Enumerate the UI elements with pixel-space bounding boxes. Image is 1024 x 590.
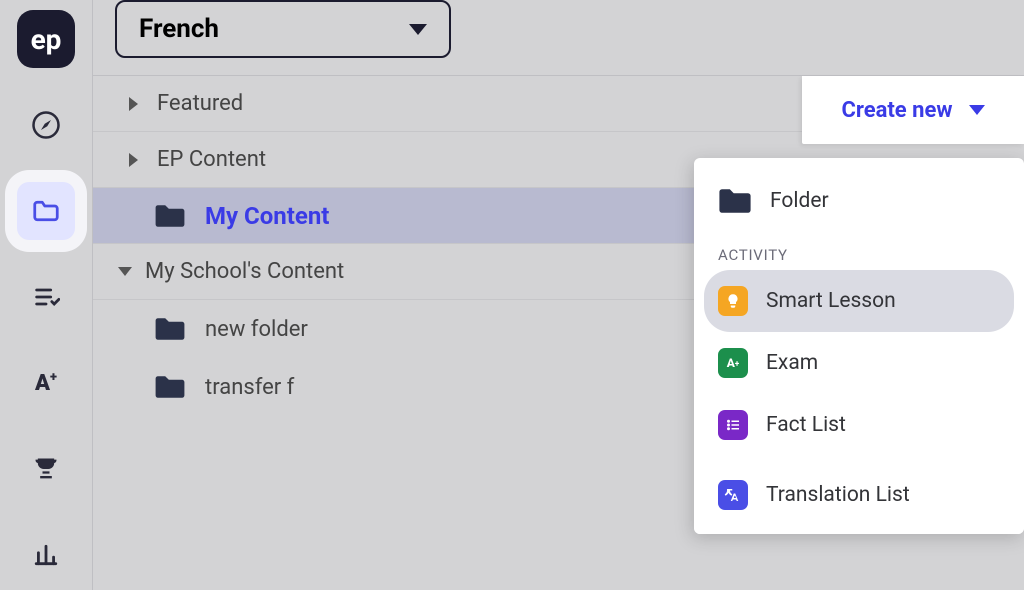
chevron-down-icon: [969, 105, 985, 115]
chevron-down-icon: [115, 267, 135, 276]
subject-label: French: [139, 14, 219, 44]
chart-icon[interactable]: [17, 526, 75, 584]
lightbulb-icon: [718, 286, 748, 316]
grade-icon[interactable]: A+: [17, 354, 75, 412]
tree-label: My School's Content: [145, 259, 344, 284]
menu-item-smart-lesson[interactable]: Smart Lesson: [704, 270, 1014, 332]
menu-item-translation-list[interactable]: Translation List: [694, 456, 1024, 534]
create-new-label: Create new: [841, 98, 952, 123]
folder-icon[interactable]: [17, 182, 75, 240]
exam-icon: A+: [718, 348, 748, 378]
tree-label: My Content: [205, 202, 329, 230]
trophy-icon[interactable]: [17, 440, 75, 498]
tree-label: transfer f: [205, 375, 294, 400]
menu-item-folder[interactable]: Folder: [704, 172, 1014, 230]
menu-item-label: Translation List: [766, 483, 910, 507]
brand-logo[interactable]: ep: [17, 10, 75, 68]
compass-icon[interactable]: [17, 96, 75, 154]
menu-section-heading: ACTIVITY: [704, 230, 1014, 270]
menu-item-fact-list[interactable]: Fact List: [704, 394, 1014, 456]
list-icon: [718, 410, 748, 440]
create-new-menu: Folder ACTIVITY Smart Lesson A+ Exam: [694, 158, 1024, 534]
menu-item-label: Folder: [770, 189, 829, 213]
folder-icon: [155, 204, 185, 228]
content-tree: Featured EP Content My Content My School…: [93, 76, 1024, 590]
folder-icon: [155, 375, 185, 399]
checklist-icon[interactable]: [17, 268, 75, 326]
tree-label: Featured: [157, 91, 243, 116]
subject-dropdown[interactable]: French: [115, 0, 451, 58]
caret-down-icon: [409, 24, 427, 35]
subject-bar: French: [93, 0, 1024, 76]
tree-label: new folder: [205, 317, 308, 342]
app-root: ep A+ French Featured: [0, 0, 1024, 590]
folder-icon: [155, 317, 185, 341]
translate-icon: [718, 480, 748, 510]
main-panel: French Featured EP Content My Content: [92, 0, 1024, 590]
create-new-button[interactable]: Create new: [802, 76, 1024, 144]
chevron-right-icon: [123, 97, 143, 111]
menu-item-label: Fact List: [766, 413, 846, 437]
menu-item-label: Smart Lesson: [766, 289, 896, 313]
chevron-right-icon: [123, 153, 143, 167]
menu-item-label: Exam: [766, 351, 818, 375]
nav-rail: ep A+: [0, 0, 92, 590]
menu-item-exam[interactable]: A+ Exam: [704, 332, 1014, 394]
folder-icon: [718, 188, 752, 214]
tree-label: EP Content: [157, 147, 266, 172]
